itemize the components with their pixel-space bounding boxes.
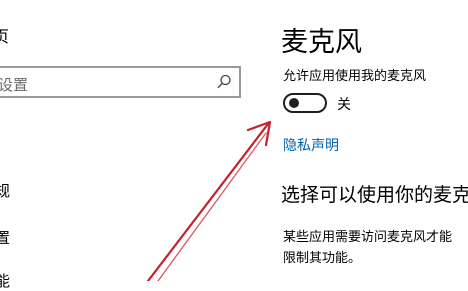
nav-home-label[interactable]: 页 — [0, 23, 9, 47]
privacy-statement-link[interactable]: 隐私声明 — [283, 135, 339, 155]
settings-sidebar: 页 设置 规 置 能 — [0, 0, 262, 290]
search-icon[interactable] — [215, 73, 233, 91]
toggle-knob — [289, 98, 299, 108]
microphone-access-toggle[interactable] — [283, 93, 327, 113]
description-line-2: 限制其功能。 — [283, 251, 362, 266]
section-description: 某些应用需要访问麦克风才能 限制其功能。 — [283, 227, 468, 269]
page-title: 麦克风 — [281, 27, 362, 58]
sidebar-item-general[interactable]: 规 — [0, 180, 10, 201]
microphone-access-label: 允许应用使用我的麦克风 — [283, 69, 427, 84]
settings-search-box[interactable]: 设置 — [0, 66, 241, 98]
description-line-1: 某些应用需要访问麦克风才能 — [283, 230, 453, 245]
sidebar-item-location[interactable]: 置 — [0, 227, 10, 248]
search-placeholder[interactable]: 设置 — [0, 74, 28, 95]
toggle-state-label: 关 — [337, 97, 351, 113]
section-title: 选择可以使用你的麦克 — [281, 184, 468, 206]
